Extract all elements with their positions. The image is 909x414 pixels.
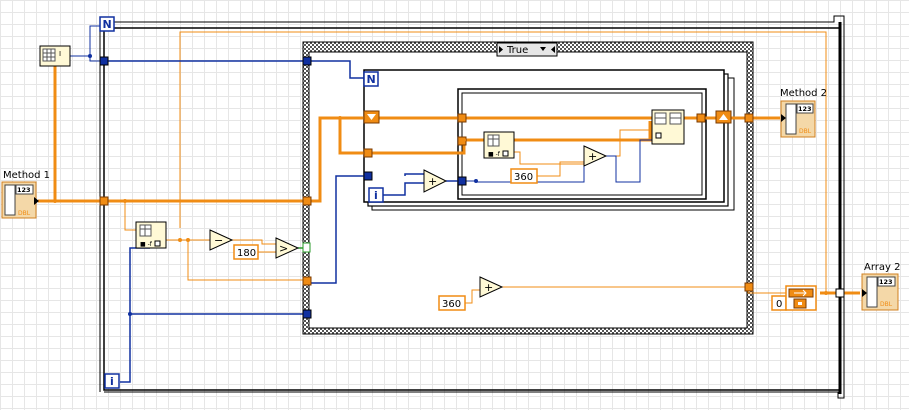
subtract-node[interactable]: −	[209, 229, 234, 251]
shift-register-right[interactable]	[715, 110, 732, 124]
constant-360-outer[interactable]: 360	[438, 295, 466, 311]
inner-iteration-terminal[interactable]: i	[368, 187, 384, 203]
svg-text:DBL: DBL	[799, 128, 812, 135]
index-array-inner-node[interactable]: ■ -f	[483, 131, 515, 159]
svg-text:i: i	[110, 375, 114, 388]
svg-text:DBL: DBL	[880, 301, 893, 308]
constant-0[interactable]: 0	[771, 295, 787, 311]
svg-text:i: i	[374, 189, 378, 202]
svg-text:360: 360	[442, 299, 461, 310]
svg-text:123: 123	[798, 105, 812, 113]
svg-text:N: N	[103, 18, 112, 31]
svg-text:DBL: DBL	[18, 210, 31, 217]
svg-text:+: +	[428, 175, 437, 188]
method2-label: Method 2	[780, 88, 827, 99]
svg-text:+: +	[484, 281, 493, 294]
outer-iteration-terminal[interactable]: i	[104, 373, 120, 389]
block-diagram: True N N i i I Method 1 123 DBL Method 2…	[1, 15, 900, 399]
svg-text:180: 180	[237, 248, 256, 259]
svg-text:N: N	[367, 73, 376, 86]
svg-text:123: 123	[17, 186, 31, 194]
constant-180[interactable]: 180	[233, 244, 259, 260]
svg-text:0: 0	[776, 299, 782, 310]
method2-terminal[interactable]: 123 DBL	[780, 100, 816, 138]
constant-360-inner[interactable]: 360	[510, 168, 538, 184]
method1-terminal[interactable]: 123 DBL	[1, 181, 39, 219]
index-array-node[interactable]: ■ -f	[135, 221, 167, 249]
svg-text:>: >	[279, 242, 288, 255]
svg-text:+: +	[588, 150, 597, 163]
greater-node[interactable]: >	[275, 237, 300, 259]
initialize-array-node[interactable]	[785, 285, 817, 311]
array2-terminal[interactable]: 123 DBL	[861, 273, 899, 311]
outer-count-terminal[interactable]: N	[99, 16, 115, 32]
case-selector[interactable]: True	[496, 42, 558, 57]
svg-text:■ -f: ■ -f	[488, 151, 501, 158]
case-selector-label: True	[506, 45, 528, 56]
array2-label: Array 2	[864, 262, 900, 273]
array-size-icon[interactable]: I	[39, 45, 71, 67]
shift-register-left[interactable]	[363, 110, 380, 124]
svg-text:123: 123	[879, 278, 893, 286]
svg-text:−: −	[214, 234, 223, 247]
method1-label: Method 1	[3, 170, 50, 181]
inner-count-terminal[interactable]: N	[363, 71, 379, 87]
replace-array-node[interactable]	[651, 109, 685, 145]
svg-text:■ -f: ■ -f	[140, 241, 153, 248]
block-diagram-canvas: True N N i i I Method 1 123 DBL Method 2…	[0, 0, 909, 410]
svg-text:I: I	[59, 50, 61, 58]
svg-text:360: 360	[514, 172, 533, 183]
